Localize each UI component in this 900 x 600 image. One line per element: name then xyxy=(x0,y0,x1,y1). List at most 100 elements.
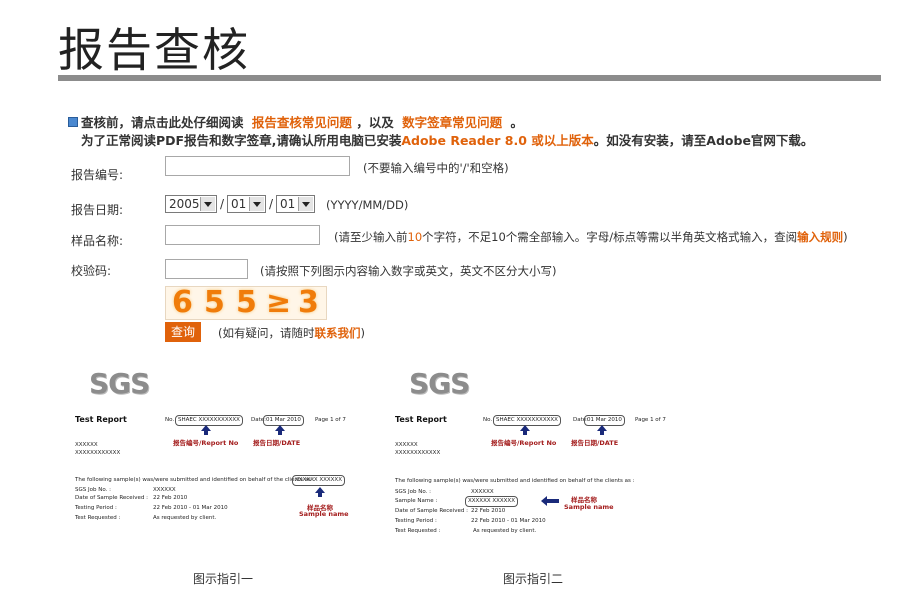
test-report-heading: Test Report xyxy=(75,415,127,424)
row-value: 22 Feb 2010 - 01 Mar 2010 xyxy=(471,518,546,524)
captcha-char: 3 xyxy=(298,285,319,320)
sample-name-hint: (请至少输入前10个字符，不足10个需全部输入。字母/标点等需以半角英文格式输入… xyxy=(334,229,848,245)
row-value: As requested by client. xyxy=(473,528,537,534)
arrow-up-icon xyxy=(275,425,285,435)
hint-number: 10 xyxy=(407,230,423,244)
report-no-input[interactable] xyxy=(165,156,350,176)
arrow-left-icon xyxy=(541,496,559,506)
year-value: 2005 xyxy=(169,197,200,211)
arrow-up-icon xyxy=(201,425,211,435)
date-caption: 报告日期/DATE xyxy=(571,439,619,447)
following-text: The following sample(s) was/were submitt… xyxy=(75,477,315,483)
captcha-char: ≥ xyxy=(266,285,292,320)
row-key: Test Requested : xyxy=(395,528,441,534)
captcha-image[interactable]: 6 5 5 ≥ 3 xyxy=(165,285,327,320)
sgs-logo: SGS xyxy=(409,367,470,400)
arrow-up-icon xyxy=(520,425,530,435)
input-rules-link[interactable]: 输入规则 xyxy=(797,230,843,244)
row-value: As requested by client. xyxy=(153,515,217,521)
report-no-label: 报告编号: xyxy=(71,168,124,182)
sample-value-field: XXXXXX XXXXXX xyxy=(292,475,345,486)
verify-code-label: 校验码: xyxy=(71,264,112,278)
date-caption: 报告日期/DATE xyxy=(253,439,301,447)
sample-guide-1: SGS Test Report No. SHAEC XXXXXXXXXXX Da… xyxy=(75,365,400,535)
day-value: 01 xyxy=(280,197,296,211)
page-text: Page 1 of 7 xyxy=(315,417,346,423)
captcha-char: 5 xyxy=(236,285,257,320)
address-line: XXXXXXXXXXXX xyxy=(75,450,121,456)
query-button[interactable]: 查询 xyxy=(165,322,201,342)
report-no-hint: (不要输入编号中的'/'和空格) xyxy=(363,161,509,175)
chevron-down-icon[interactable] xyxy=(249,197,264,211)
hint-text: 个字符，不足10个需全部输入。字母/标点等需以半角英文格式输入，查阅 xyxy=(422,230,798,244)
row-value: XXXXXX xyxy=(153,487,176,493)
date-separator: / xyxy=(269,197,274,211)
year-select[interactable]: 2005 xyxy=(165,195,217,213)
row-key: Sample Name : xyxy=(395,498,438,504)
intro-text: 为了正常阅读PDF报告和数字签章,请确认所用电脑已安装 xyxy=(81,133,402,148)
intro-text: 查核前，请点击此处仔细阅读 xyxy=(81,115,244,130)
hint-text: ) xyxy=(843,230,848,244)
chevron-down-icon[interactable] xyxy=(200,197,215,211)
address-line: XXXXXX xyxy=(395,442,418,448)
row-value: XXXXXX xyxy=(471,489,494,495)
sample-value-field: XXXXXX XXXXXX xyxy=(465,496,518,507)
row-value: 22 Feb 2010 xyxy=(153,495,188,501)
signature-faq-link[interactable]: 数字签章常见问题 xyxy=(402,115,502,130)
month-value: 01 xyxy=(231,197,247,211)
guide-caption-1: 图示指引一 xyxy=(193,572,254,586)
row-key: Date of Sample Received : xyxy=(395,508,468,514)
faq-link[interactable]: 报告查核常见问题 xyxy=(252,115,352,130)
intro-line-2: 为了正常阅读PDF报告和数字签章,请确认所用电脑已安装Adobe Reader … xyxy=(81,130,813,149)
row-key: Testing Period : xyxy=(395,518,437,524)
row-value: 22 Feb 2010 - 01 Mar 2010 xyxy=(153,505,228,511)
intro-line-1: 查核前，请点击此处仔细阅读 报告查核常见问题 ，以及 数字签章常见问题 。 xyxy=(81,112,523,131)
row-value: 22 Feb 2010 xyxy=(471,508,506,514)
sample-name-caption-en: Sample name xyxy=(564,503,614,511)
day-select[interactable]: 01 xyxy=(276,195,315,213)
sample-name-label: 样品名称: xyxy=(71,234,124,248)
sample-guide-2: SGS Test Report No. SHAEC XXXXXXXXXXX Da… xyxy=(395,365,720,535)
sgs-logo: SGS xyxy=(89,367,150,400)
hint-text: (请至少输入前 xyxy=(334,230,408,244)
date-separator: / xyxy=(220,197,225,211)
intro-text: ，以及 xyxy=(356,115,394,130)
bullet-icon xyxy=(68,117,78,127)
no-label: No. xyxy=(483,417,493,423)
row-key: SGS Job No. : xyxy=(395,489,431,495)
row-key: Test Requested : xyxy=(75,515,121,521)
report-date-label: 报告日期: xyxy=(71,203,124,217)
contact-text: (如有疑问，请随时 xyxy=(218,326,315,340)
contact-text: ) xyxy=(360,326,366,340)
captcha-char: 5 xyxy=(204,285,225,320)
address-line: XXXXXX xyxy=(75,442,98,448)
adobe-reader-link[interactable]: Adobe Reader 8.0 或以上版本 xyxy=(401,133,593,148)
guide-caption-2: 图示指引二 xyxy=(503,572,564,586)
sample-name-caption-en: Sample name xyxy=(299,510,349,518)
page-title: 报告查核 xyxy=(58,23,250,77)
page-text: Page 1 of 7 xyxy=(635,417,666,423)
sample-name-input[interactable] xyxy=(165,225,320,245)
verify-code-hint: (请按照下列图示内容输入数字或英文，英文不区分大小写) xyxy=(260,264,557,278)
arrow-up-icon xyxy=(315,487,325,497)
arrow-up-icon xyxy=(597,425,607,435)
contact-us-link[interactable]: 联系我们 xyxy=(315,326,361,340)
month-select[interactable]: 01 xyxy=(227,195,266,213)
test-report-heading: Test Report xyxy=(395,415,447,424)
report-no-caption: 报告编号/Report No xyxy=(491,439,557,447)
captcha-char: 6 xyxy=(172,285,193,320)
no-label: No. xyxy=(165,417,175,423)
report-no-caption: 报告编号/Report No xyxy=(173,439,239,447)
address-line: XXXXXXXXXXXX xyxy=(395,450,441,456)
row-key: Date of Sample Received : xyxy=(75,495,148,501)
row-key: SGS Job No. : xyxy=(75,487,111,493)
title-divider xyxy=(58,75,881,81)
intro-text: 。 xyxy=(510,115,524,130)
chevron-down-icon[interactable] xyxy=(298,197,313,211)
following-text: The following sample(s) was/were submitt… xyxy=(395,478,635,484)
date-format-hint: (YYYY/MM/DD) xyxy=(326,198,409,212)
verify-code-input[interactable] xyxy=(165,259,248,279)
contact-note: (如有疑问，请随时联系我们) xyxy=(218,325,365,341)
row-key: Testing Period : xyxy=(75,505,117,511)
intro-text: 。如没有安装，请至Adobe官网下载。 xyxy=(593,133,814,148)
